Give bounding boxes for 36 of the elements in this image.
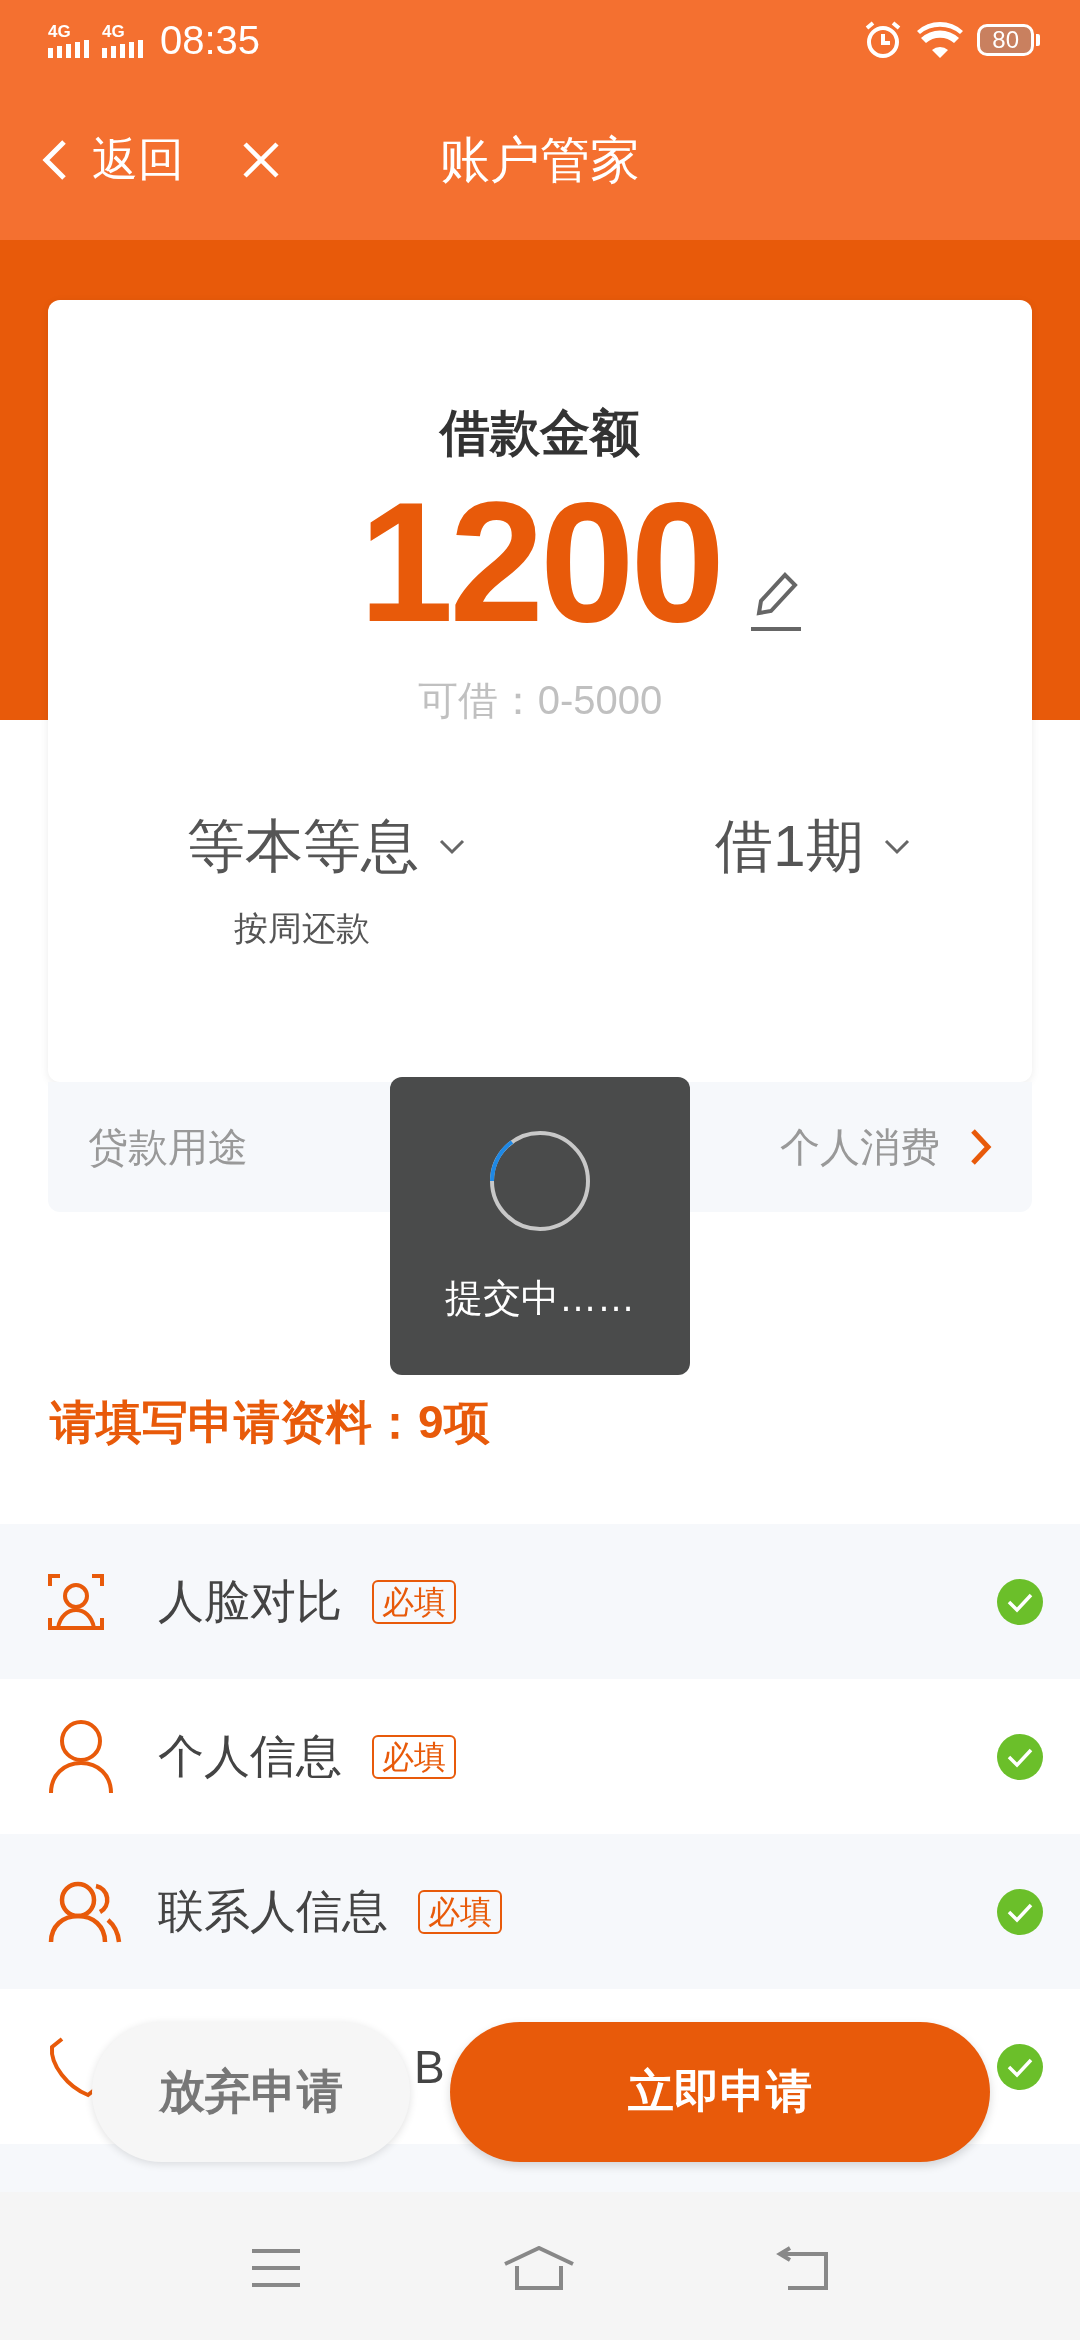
loading-spinner-icon [488, 1129, 592, 1233]
term-dropdown[interactable]: 借1期 [715, 808, 912, 886]
signal-icon [102, 39, 144, 58]
cancel-button[interactable]: 放弃申请 [92, 2022, 410, 2162]
network-label: 4G [102, 22, 125, 40]
purpose-label: 贷款用途 [88, 1123, 248, 1171]
chevron-right-icon[interactable] [970, 1128, 992, 1166]
person-icon [48, 1718, 114, 1795]
back-button[interactable]: 返回 [40, 129, 184, 191]
repayment-dropdown[interactable]: 等本等息 [186, 808, 467, 886]
item-label: 联系人信息 [158, 1883, 388, 1939]
page-title: 账户管家 [440, 131, 640, 188]
contacts-icon [48, 1879, 122, 1944]
item-label: B [414, 2039, 445, 2094]
network-label: 4G [48, 22, 71, 40]
repayment-note: 按周还款 [233, 908, 370, 949]
item-label: 人脸对比 [158, 1573, 342, 1629]
signal-icon [48, 39, 90, 58]
close-icon[interactable] [242, 141, 280, 179]
clock-time: 08:35 [160, 17, 261, 63]
menu-icon[interactable] [250, 2248, 303, 2288]
loan-amount: 1200 [358, 467, 722, 657]
face-scan-icon [48, 1571, 104, 1632]
item-label: 个人信息 [158, 1728, 342, 1784]
back-icon[interactable] [775, 2246, 830, 2290]
required-tag: 必填 [372, 1579, 456, 1624]
section-heading: 请填写申请资料：9项 [50, 1395, 491, 1450]
amount-label: 借款金额 [440, 404, 640, 463]
home-icon[interactable] [503, 2246, 575, 2290]
required-tag: 必填 [372, 1734, 456, 1779]
loading-message: 提交中…… [445, 1276, 635, 1321]
borrow-range: 可借：0-5000 [417, 677, 663, 724]
required-tag: 必填 [418, 1889, 502, 1934]
apply-button[interactable]: 立即申请 [450, 2022, 990, 2162]
wifi-icon [917, 22, 964, 58]
purpose-value[interactable]: 个人消费 [780, 1119, 940, 1175]
